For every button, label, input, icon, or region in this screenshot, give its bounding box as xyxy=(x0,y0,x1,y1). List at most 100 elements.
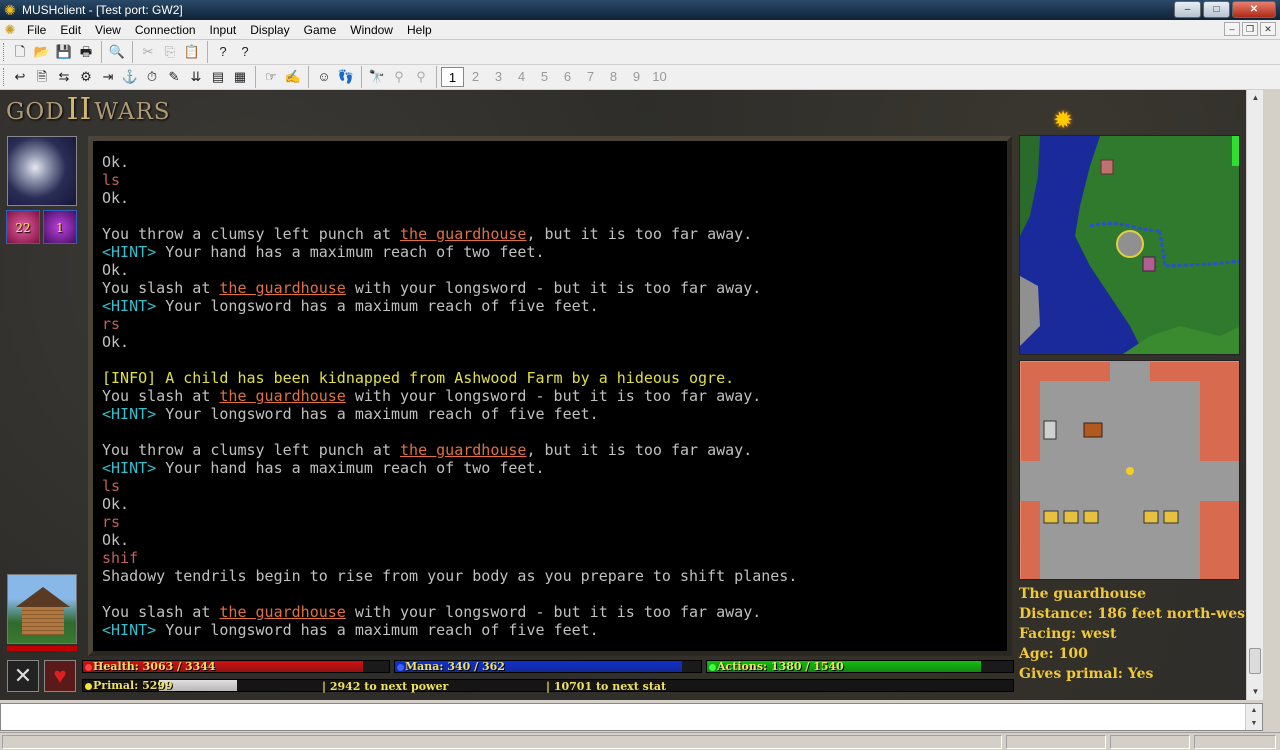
triggers-icon[interactable]: ⇥ xyxy=(97,67,119,87)
world-button-5[interactable]: 5 xyxy=(533,67,556,87)
find-icon[interactable]: 🔭 xyxy=(366,67,388,87)
close-button[interactable]: ✕ xyxy=(1232,1,1276,18)
menu-help[interactable]: Help xyxy=(400,23,439,37)
next-stat-text: | 10701 to next stat xyxy=(546,680,667,693)
output-line: ls xyxy=(102,477,1007,495)
preview-icon[interactable]: 🔍 xyxy=(106,42,128,62)
scroll-down-icon[interactable]: ▼ xyxy=(1248,684,1263,700)
mapper-icon[interactable]: ✍ xyxy=(282,67,304,87)
actions-bar: Actions: 1380 / 1540 xyxy=(706,660,1014,673)
game-output[interactable]: Ok. ls Ok. You throw a clumsy left punch at… xyxy=(88,136,1012,656)
output-line: ls xyxy=(102,171,1007,189)
hint-tag: <HINT> xyxy=(102,621,157,639)
crossed-swords-icon[interactable]: ✕ xyxy=(7,660,39,692)
document-icon[interactable]: ✺ xyxy=(0,22,20,38)
local-map[interactable] xyxy=(1019,360,1240,580)
mana-bar: Mana: 340 / 362 xyxy=(394,660,702,673)
target-link[interactable]: the guardhouse xyxy=(219,279,345,297)
log-icon[interactable]: 🗎 xyxy=(31,67,53,87)
rank-badge[interactable]: 1 xyxy=(43,210,77,244)
menu-edit[interactable]: Edit xyxy=(53,23,88,37)
new-icon[interactable]: 🗋 xyxy=(9,42,31,62)
world-button-2[interactable]: 2 xyxy=(464,67,487,87)
print-icon[interactable]: 🖶 xyxy=(75,42,97,62)
overworld-map[interactable] xyxy=(1019,135,1240,355)
save-icon[interactable]: 💾 xyxy=(53,42,75,62)
world-button-9[interactable]: 9 xyxy=(625,67,648,87)
reconnect-icon[interactable]: ↩ xyxy=(9,67,31,87)
timers-icon[interactable]: ⏱ xyxy=(141,67,163,87)
world-button-8[interactable]: 8 xyxy=(602,67,625,87)
toolbar-grip[interactable] xyxy=(3,43,6,61)
find-previous-icon[interactable]: ⚲ xyxy=(410,67,432,87)
input-scrollbar[interactable]: ▲ ▼ xyxy=(1245,704,1262,730)
status-segment-4 xyxy=(1194,735,1276,749)
command-history-icon[interactable]: ▤ xyxy=(207,67,229,87)
target-link[interactable]: the guardhouse xyxy=(219,387,345,405)
level-badge[interactable]: 22 xyxy=(6,210,40,244)
aliases-icon[interactable]: ⚓ xyxy=(119,67,141,87)
open-icon[interactable]: 📂 xyxy=(31,42,53,62)
character-portrait[interactable] xyxy=(7,136,77,206)
world-button-10[interactable]: 10 xyxy=(648,67,671,87)
paste-icon[interactable]: 📋 xyxy=(181,42,203,62)
split-icon[interactable]: ⇆ xyxy=(53,67,75,87)
target-link[interactable]: the guardhouse xyxy=(400,441,526,459)
target-link[interactable]: the guardhouse xyxy=(400,225,526,243)
menu-connection[interactable]: Connection xyxy=(128,23,203,37)
target-age: Age: 100 xyxy=(1019,646,1088,662)
notepad-icon[interactable]: ✎ xyxy=(163,67,185,87)
menu-window[interactable]: Window xyxy=(343,23,400,37)
target-link[interactable]: the guardhouse xyxy=(219,603,345,621)
output-text: Your longsword has a maximum reach of fi… xyxy=(156,621,599,639)
chat-icon[interactable]: ☺ xyxy=(313,67,335,87)
heart-icon[interactable]: ♥ xyxy=(44,660,76,692)
world-button-6[interactable]: 6 xyxy=(556,67,579,87)
stat-bars: Health: 3063 / 3344 Mana: 340 / 362 Acti… xyxy=(82,660,1014,694)
menu-input[interactable]: Input xyxy=(203,23,244,37)
doc-close-button[interactable]: ✕ xyxy=(1260,22,1276,36)
toolbar-grip[interactable] xyxy=(3,68,6,86)
output-line: <HINT> Your hand has a maximum reach of … xyxy=(102,243,1007,261)
target-info-panel: The guardhouse Distance: 186 feet north-… xyxy=(1019,584,1246,684)
world-button-7[interactable]: 7 xyxy=(579,67,602,87)
doc-minimize-button[interactable]: – xyxy=(1224,22,1240,36)
minimize-button[interactable]: – xyxy=(1174,1,1201,18)
doc-restore-button[interactable]: ❐ xyxy=(1242,22,1258,36)
toolbar-group-find: 🔭 ⚲ ⚲ xyxy=(361,66,432,88)
table-icon[interactable]: ▦ xyxy=(229,67,251,87)
info-message: [INFO] A child has been kidnapped from A… xyxy=(102,369,735,387)
command-input[interactable] xyxy=(1,704,1241,728)
world-button-3[interactable]: 3 xyxy=(487,67,510,87)
footprints-icon[interactable]: 👣 xyxy=(335,67,357,87)
output-line: You slash at the guardhouse with your lo… xyxy=(102,603,1007,621)
context-help-icon[interactable]: ? xyxy=(234,42,256,62)
output-line: <HINT> Your longsword has a maximum reac… xyxy=(102,297,1007,315)
output-line: Ok. xyxy=(102,333,1007,351)
scroll-thumb[interactable] xyxy=(1249,648,1261,674)
output-line: You slash at the guardhouse with your lo… xyxy=(102,279,1007,297)
mana-label: Mana: 340 / 362 xyxy=(405,660,505,673)
maximize-button[interactable]: □ xyxy=(1203,1,1230,18)
cut-icon[interactable]: ✂ xyxy=(137,42,159,62)
scroll-up-icon[interactable]: ▲ xyxy=(1248,90,1263,106)
output-scrollbar[interactable]: ▲ ▼ xyxy=(1246,90,1263,700)
mushclient-app-icon[interactable]: ✺ xyxy=(2,2,18,18)
standard-toolbar: 🗋 📂 💾 🖶 🔍 ✂ ⎘ 📋 ? ? xyxy=(0,40,1280,65)
output-text: You slash at xyxy=(102,387,220,405)
pause-icon[interactable]: ☞ xyxy=(260,67,282,87)
menu-display[interactable]: Display xyxy=(243,23,296,37)
send-file-icon[interactable]: ⇊ xyxy=(185,67,207,87)
world-config-icon[interactable]: ⚙ xyxy=(75,67,97,87)
game-toolbar: ↩ 🗎 ⇆ ⚙ ⇥ ⚓ ⏱ ✎ ⇊ ▤ ▦ ☞ ✍ ☺ 👣 🔭 ⚲ ⚲ 1 2 … xyxy=(0,65,1280,90)
copy-icon[interactable]: ⎘ xyxy=(159,42,181,62)
world-button-4[interactable]: 4 xyxy=(510,67,533,87)
menu-file[interactable]: File xyxy=(20,23,53,37)
hint-tag: <HINT> xyxy=(102,297,157,315)
find-next-icon[interactable]: ⚲ xyxy=(388,67,410,87)
menu-game[interactable]: Game xyxy=(297,23,344,37)
menu-view[interactable]: View xyxy=(88,23,128,37)
world-button-1[interactable]: 1 xyxy=(441,67,464,87)
help-icon[interactable]: ? xyxy=(212,42,234,62)
